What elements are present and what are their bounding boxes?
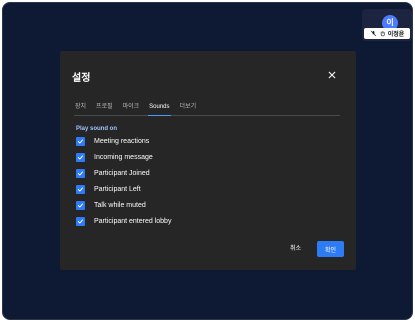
option-incoming-message[interactable]: Incoming message (76, 153, 153, 162)
checkbox[interactable] (76, 153, 85, 162)
section-label: Play sound on (76, 126, 118, 132)
check-icon (77, 171, 84, 176)
settings-tabs: 장치 프로필 마이크 Sounds 더보기 (74, 103, 340, 116)
close-button[interactable] (326, 69, 338, 81)
participant-name: 이정윤 (387, 32, 405, 38)
option-label: Incoming message (94, 154, 153, 161)
option-label: Meeting reactions (94, 138, 150, 145)
tab-profile[interactable]: 프로필 (95, 103, 114, 116)
screen-background: 이 이정윤 설정 장치 프로필 마이크 Sounds 더보기 Play soun… (0, 0, 415, 322)
tab-microphone[interactable]: 마이크 (122, 103, 141, 116)
tab-devices[interactable]: 장치 (74, 103, 87, 116)
option-meeting-reactions[interactable]: Meeting reactions (76, 137, 149, 146)
participant-tile[interactable]: 이 이정윤 (362, 9, 412, 41)
cancel-button[interactable]: 취소 (290, 243, 301, 252)
dialog-title: 설정 (72, 73, 91, 84)
settings-dialog: 설정 장치 프로필 마이크 Sounds 더보기 Play sound on M… (60, 51, 356, 270)
option-talk-while-muted[interactable]: Talk while muted (76, 201, 146, 210)
checkbox[interactable] (76, 201, 85, 210)
checkbox[interactable] (76, 137, 85, 146)
checkbox[interactable] (76, 185, 85, 194)
checkbox[interactable] (76, 217, 85, 226)
check-icon (77, 187, 84, 192)
check-icon (77, 203, 84, 208)
option-label: Talk while muted (94, 202, 146, 209)
check-icon (77, 219, 84, 224)
tab-more[interactable]: 더보기 (179, 103, 198, 116)
tab-sounds[interactable]: Sounds (148, 103, 171, 116)
option-label: Participant Left (94, 186, 141, 193)
option-participant-joined[interactable]: Participant Joined (76, 169, 150, 178)
checkbox[interactable] (76, 169, 85, 178)
option-label: Participant entered lobby (94, 218, 172, 225)
mic-off-icon (370, 30, 377, 37)
option-label: Participant Joined (94, 170, 150, 177)
check-icon (77, 139, 84, 144)
participant-name-chip: 이정윤 (364, 28, 410, 39)
option-participant-left[interactable]: Participant Left (76, 185, 141, 194)
ok-button[interactable]: 확인 (317, 241, 344, 257)
check-icon (77, 155, 84, 160)
close-icon (328, 71, 336, 79)
option-participant-entered-lobby[interactable]: Participant entered lobby (76, 217, 171, 226)
hand-icon (379, 30, 386, 37)
